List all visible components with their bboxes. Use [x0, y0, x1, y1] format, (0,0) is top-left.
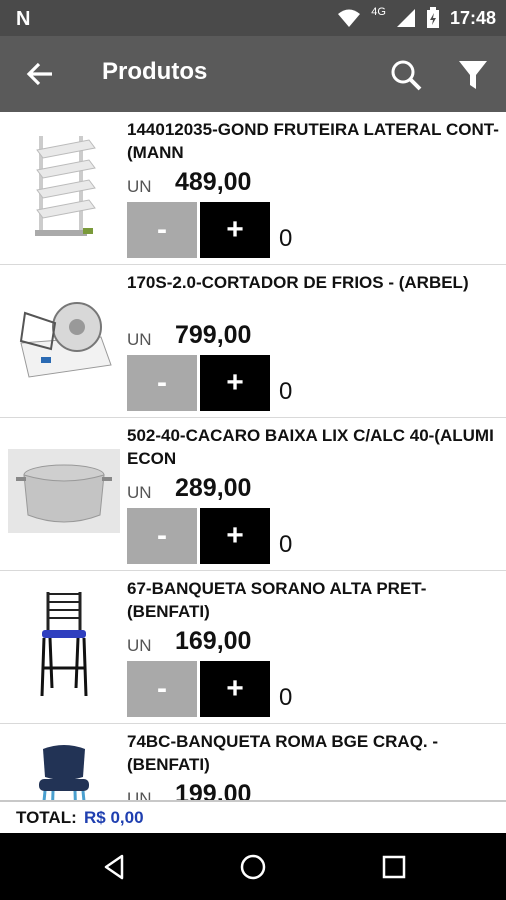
product-image-bar-stool: [8, 585, 120, 703]
product-unit: UN: [127, 177, 152, 196]
product-quantity: 0: [279, 531, 293, 558]
product-item[interactable]: 170S-2.0-CORTADOR DE FRIOS - (ARBEL) UN …: [0, 265, 506, 418]
product-price: 169,00: [175, 627, 252, 655]
notification-logo: N: [16, 8, 31, 30]
product-item[interactable]: 144012035-GOND FRUTEIRA LATERAL CONT-(MA…: [0, 112, 506, 265]
product-name: 67-BANQUETA SORANO ALTA PRET-(BENFATI): [127, 579, 427, 621]
product-name: 144012035-GOND FRUTEIRA LATERAL CONT-(MA…: [127, 120, 499, 162]
product-quantity: 0: [279, 378, 293, 405]
total-bar: TOTAL: R$ 0,00: [0, 800, 506, 833]
increase-quantity-button[interactable]: +: [200, 355, 270, 411]
product-item[interactable]: 502-40-CACARO BAIXA LIX C/ALC 40-(ALUMI …: [0, 418, 506, 571]
product-name: 502-40-CACARO BAIXA LIX C/ALC 40-(ALUMI …: [127, 426, 494, 468]
app-screen: N 4G 17:48 Produtos 144012035-GOND FRUTE…: [0, 0, 506, 900]
product-unit: UN: [127, 483, 152, 502]
increase-quantity-button[interactable]: +: [200, 661, 270, 717]
total-label: TOTAL:: [16, 808, 77, 827]
wifi-icon: [338, 9, 361, 27]
product-unit: UN: [127, 636, 152, 655]
decrease-quantity-button[interactable]: -: [127, 661, 197, 717]
app-bar: Produtos: [0, 36, 506, 112]
increase-quantity-button[interactable]: +: [200, 202, 270, 258]
total-value: R$ 0,00: [84, 808, 144, 827]
decrease-quantity-button[interactable]: -: [127, 202, 197, 258]
status-bar: N 4G 17:48: [0, 0, 506, 36]
system-nav-bar: [0, 833, 506, 900]
search-icon[interactable]: [388, 57, 424, 93]
nav-home-icon[interactable]: [238, 852, 268, 882]
product-price: 199,00: [175, 780, 252, 800]
product-quantity: 0: [279, 225, 293, 252]
nav-back-icon[interactable]: [100, 853, 128, 881]
increase-quantity-button[interactable]: +: [200, 508, 270, 564]
battery-icon: [426, 7, 439, 28]
network-type: 4G: [371, 6, 386, 18]
filter-icon[interactable]: [456, 57, 490, 93]
product-image-meat-slicer: [8, 279, 120, 397]
decrease-quantity-button[interactable]: -: [127, 508, 197, 564]
product-list[interactable]: 144012035-GOND FRUTEIRA LATERAL CONT-(MA…: [0, 112, 506, 800]
signal-icon: [396, 9, 415, 27]
status-icons: 4G 17:48: [337, 0, 496, 36]
product-name: 74BC-BANQUETA ROMA BGE CRAQ. -(BENFATI): [127, 732, 439, 774]
product-quantity: 0: [279, 684, 293, 711]
product-item[interactable]: 67-BANQUETA SORANO ALTA PRET-(BENFATI) U…: [0, 571, 506, 724]
nav-recents-icon[interactable]: [380, 853, 408, 881]
page-title: Produtos: [102, 58, 208, 85]
product-price: 799,00: [175, 321, 252, 349]
back-arrow-icon[interactable]: [24, 58, 56, 90]
product-image-chair: [8, 738, 120, 800]
decrease-quantity-button[interactable]: -: [127, 355, 197, 411]
product-item[interactable]: 74BC-BANQUETA ROMA BGE CRAQ. -(BENFATI) …: [0, 724, 506, 800]
clock: 17:48: [449, 7, 496, 28]
product-image-aluminum-pot: [8, 432, 120, 550]
product-image-shelf-display: [8, 126, 120, 244]
product-unit: UN: [127, 330, 152, 349]
product-unit: UN: [127, 789, 152, 800]
product-name: 170S-2.0-CORTADOR DE FRIOS - (ARBEL): [127, 273, 469, 292]
product-price: 289,00: [175, 474, 252, 502]
product-price: 489,00: [175, 168, 252, 196]
